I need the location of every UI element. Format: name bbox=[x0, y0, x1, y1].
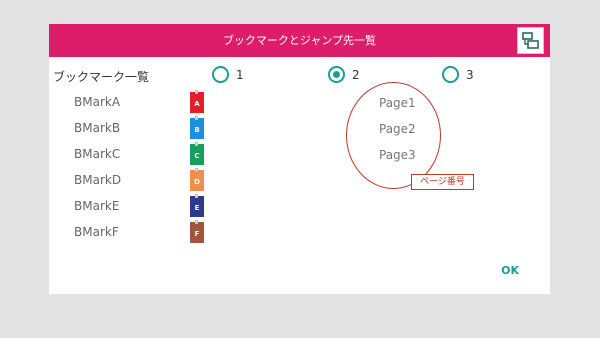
bookmark-row-c[interactable]: BMarkC C bbox=[74, 142, 214, 165]
bookmark-e-icon: E bbox=[190, 194, 204, 217]
radio-option-3[interactable]: 3 bbox=[442, 66, 474, 83]
dialog-titlebar: ブックマークとジャンプ先一覧 bbox=[49, 24, 550, 57]
radio-circle[interactable] bbox=[442, 66, 459, 83]
radio-circle[interactable] bbox=[212, 66, 229, 83]
ok-button[interactable]: OK bbox=[501, 264, 519, 277]
bookmark-c-icon: C bbox=[190, 142, 204, 165]
radio-option-2[interactable]: 2 bbox=[328, 66, 360, 83]
bookmark-a-icon: A bbox=[190, 90, 204, 113]
bookmark-row-d[interactable]: BMarkD D bbox=[74, 168, 214, 191]
bookmark-row-b[interactable]: BMarkB B bbox=[74, 116, 214, 139]
dialog-title: ブックマークとジャンプ先一覧 bbox=[222, 34, 377, 47]
bookmark-name: BMarkC bbox=[74, 147, 121, 161]
bookmark-row-a[interactable]: BMarkA A bbox=[74, 90, 214, 113]
radio-option-1[interactable]: 1 bbox=[212, 66, 244, 83]
radio-label: 3 bbox=[466, 67, 474, 82]
bookmark-name: BMarkF bbox=[74, 225, 119, 239]
radio-label: 1 bbox=[236, 67, 244, 82]
bookmark-dialog: ブックマークとジャンプ先一覧 ブックマーク一覧 1 2 3 BMarkA A B… bbox=[49, 24, 550, 294]
bookmark-list-label: ブックマーク一覧 bbox=[53, 70, 150, 84]
split-view-button[interactable] bbox=[517, 27, 544, 54]
annotation-ellipse bbox=[346, 82, 441, 189]
bookmark-row-e[interactable]: BMarkE E bbox=[74, 194, 214, 217]
split-view-icon bbox=[522, 32, 539, 49]
bookmark-name: BMarkE bbox=[74, 199, 120, 213]
bookmark-d-icon: D bbox=[190, 168, 204, 191]
bookmark-name: BMarkA bbox=[74, 95, 121, 109]
bookmark-f-icon: F bbox=[190, 220, 204, 243]
annotation-label: ページ番号 bbox=[411, 174, 474, 190]
radio-circle-checked[interactable] bbox=[328, 66, 345, 83]
radio-label: 2 bbox=[352, 67, 360, 82]
bookmark-name: BMarkD bbox=[74, 173, 122, 187]
bookmark-row-f[interactable]: BMarkF F bbox=[74, 220, 214, 243]
bookmark-name: BMarkB bbox=[74, 121, 121, 135]
bookmark-b-icon: B bbox=[190, 116, 204, 139]
